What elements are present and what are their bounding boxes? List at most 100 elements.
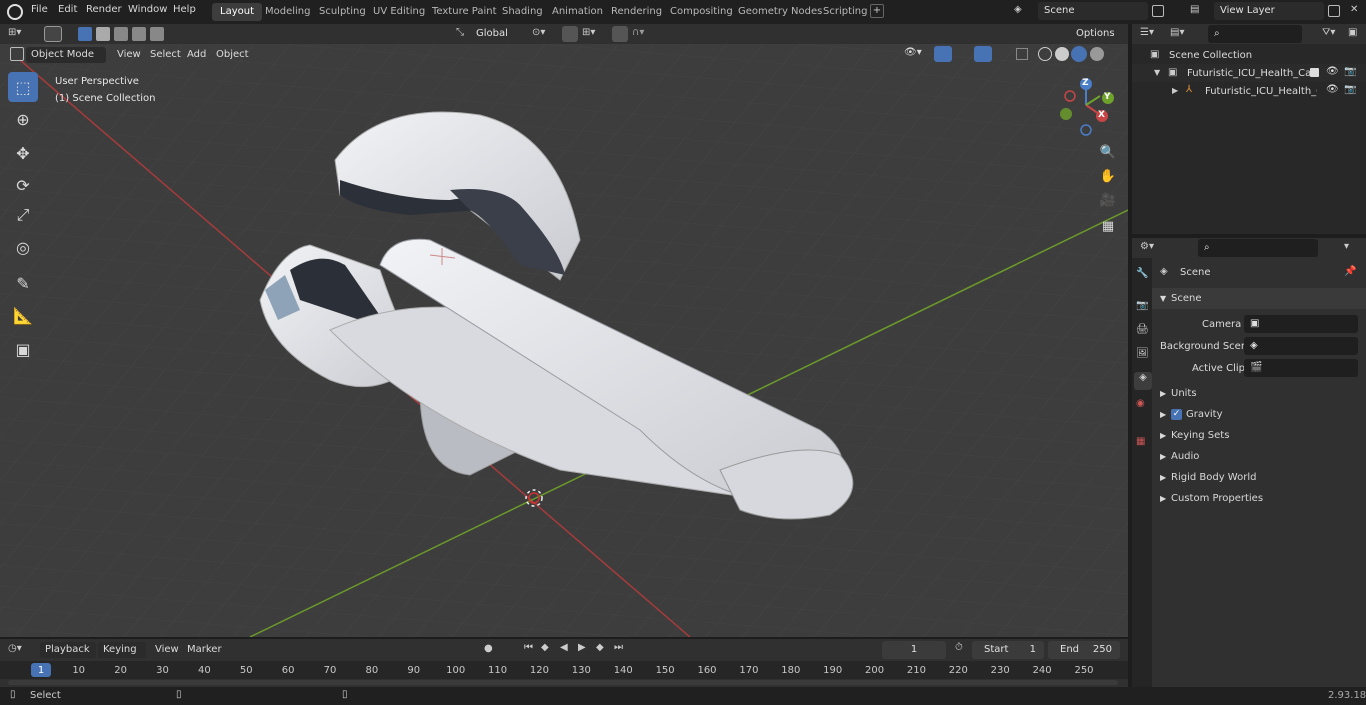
outliner-row-collection[interactable]: ▼ ▣ Futuristic_ICU_Health_Care_D 👁 📷 xyxy=(1132,64,1366,82)
scene-tab-icon[interactable]: ◈ xyxy=(1134,372,1152,390)
camera-view-icon[interactable]: 🎥 xyxy=(1098,190,1118,210)
rigid-body-world-section[interactable]: ▶ Rigid Body World xyxy=(1152,467,1366,488)
blender-logo-icon[interactable] xyxy=(7,4,23,20)
tab-modeling[interactable]: Modeling xyxy=(257,3,319,21)
new-scene-icon[interactable] xyxy=(1152,5,1164,20)
object-mode-dropdown[interactable]: Object Mode xyxy=(26,47,106,63)
stopwatch-icon[interactable]: ⏱ xyxy=(955,642,963,653)
outliner-row-scene-collection[interactable]: ▣ Scene Collection xyxy=(1132,46,1366,64)
new-collection-icon[interactable]: ▣ xyxy=(1348,27,1357,38)
world-tab-icon[interactable]: ◉ xyxy=(1136,398,1145,409)
menu-edit[interactable]: Edit xyxy=(58,4,77,15)
tool-tab-icon[interactable]: 🔧 xyxy=(1136,268,1148,279)
pin-icon[interactable]: 📌 xyxy=(1344,266,1356,277)
custom-properties-section[interactable]: ▶ Custom Properties xyxy=(1152,488,1366,509)
pan-hand-icon[interactable]: ✋ xyxy=(1098,166,1118,186)
menu-file[interactable]: File xyxy=(31,4,48,15)
properties-editor-type-icon[interactable]: ⚙▾ xyxy=(1140,241,1154,252)
menu-add[interactable]: Add xyxy=(182,47,211,63)
playback-dropdown[interactable]: Playback xyxy=(40,642,96,658)
frame-ruler[interactable]: 1 10 20 30 40 50 60 70 80 90 100 110 120 130 140 150 160… xyxy=(0,661,1128,679)
gravity-section[interactable]: ▶ ✓ Gravity xyxy=(1152,404,1366,425)
output-tab-icon[interactable]: 🖨 xyxy=(1136,324,1149,335)
move-tool-icon[interactable]: ✥ xyxy=(8,138,38,168)
tab-rendering[interactable]: Rendering xyxy=(603,3,670,21)
shading-rendered-icon[interactable] xyxy=(1090,47,1104,61)
next-keyframe-icon[interactable]: ◆ xyxy=(596,642,604,653)
camera-field[interactable]: ▣ xyxy=(1244,315,1358,333)
menu-select[interactable]: Select xyxy=(145,47,186,63)
shading-solid-icon[interactable] xyxy=(1055,47,1069,61)
end-frame-field[interactable]: End 250 xyxy=(1048,641,1120,659)
gizmo-z-label[interactable]: Z xyxy=(1082,78,1089,88)
3d-viewport[interactable]: User Perspective (1) Scene Collection Z … xyxy=(0,44,1128,637)
eye-icon[interactable]: 👁 xyxy=(1326,84,1339,95)
gravity-checkbox[interactable]: ✓ xyxy=(1171,409,1182,420)
auto-keying-icon[interactable]: ● xyxy=(484,643,493,654)
timeline-editor-type-icon[interactable]: ◷▾ xyxy=(8,643,22,654)
transform-orientation-dropdown[interactable]: Global xyxy=(470,25,524,43)
jump-start-icon[interactable]: ⏮ xyxy=(524,642,533,653)
camera-render-icon[interactable]: 📷 xyxy=(1344,84,1356,95)
properties-search-input[interactable]: ⌕ xyxy=(1198,239,1318,257)
menu-render[interactable]: Render xyxy=(86,4,122,15)
select-mode-new-icon[interactable] xyxy=(78,27,92,41)
select-mode-intersect-icon[interactable] xyxy=(150,27,164,41)
timeline-menu-marker[interactable]: Marker xyxy=(182,642,227,658)
start-frame-field[interactable]: Start 1 xyxy=(972,641,1044,659)
tab-layout[interactable]: Layout xyxy=(212,3,262,21)
expand-chevron-icon[interactable]: ▶ xyxy=(1172,86,1178,95)
scene-selector-icon[interactable]: ◈ xyxy=(1014,4,1022,15)
play-reverse-icon[interactable]: ◀ xyxy=(560,642,568,653)
outliner-editor-type-icon[interactable]: ☰▾ xyxy=(1140,27,1154,38)
xray-icon[interactable] xyxy=(1016,48,1028,60)
timeline-scrollbar[interactable] xyxy=(8,680,1118,685)
select-mode-subtract-icon[interactable] xyxy=(114,27,128,41)
scale-tool-icon[interactable]: ⤢ xyxy=(8,200,38,230)
add-cube-tool-icon[interactable]: ▣ xyxy=(8,334,38,364)
menu-object[interactable]: Object xyxy=(211,47,254,63)
rotate-tool-icon[interactable]: ⟳ xyxy=(8,170,38,200)
scene-field[interactable]: Scene xyxy=(1038,2,1148,20)
outliner-row-object[interactable]: ▶ ⅄ Futuristic_ICU_Health_Ca 👁 📷 xyxy=(1132,82,1366,100)
editor-type-icon[interactable]: ⊞▾ xyxy=(8,27,21,38)
keying-dropdown[interactable]: Keying xyxy=(98,642,146,658)
gizmo-toggle-icon[interactable] xyxy=(934,46,952,62)
select-tool-icon[interactable] xyxy=(44,26,62,42)
snap-toggle-icon[interactable] xyxy=(562,26,578,42)
audio-section[interactable]: ▶ Audio xyxy=(1152,446,1366,467)
units-section[interactable]: ▶ Units xyxy=(1152,383,1366,404)
gizmo-x-label[interactable]: X xyxy=(1098,110,1105,120)
overlay-toggle-icon[interactable] xyxy=(974,46,992,62)
keying-sets-section[interactable]: ▶ Keying Sets xyxy=(1152,425,1366,446)
prev-keyframe-icon[interactable]: ◆ xyxy=(541,642,549,653)
shading-wireframe-icon[interactable] xyxy=(1038,47,1052,61)
expand-chevron-icon[interactable]: ▼ xyxy=(1154,68,1160,77)
select-box-tool-icon[interactable]: ⬚ xyxy=(8,72,38,102)
navigation-gizmo[interactable]: Z X Y xyxy=(1058,76,1118,136)
zoom-icon[interactable]: 🔍 xyxy=(1098,142,1118,162)
properties-options-icon[interactable]: ▾ xyxy=(1344,241,1349,252)
outliner-search-input[interactable]: ⌕ xyxy=(1208,25,1302,43)
shading-material-icon[interactable] xyxy=(1071,46,1087,62)
display-mode-icon[interactable]: ▤▾ xyxy=(1170,27,1184,38)
transform-tool-icon[interactable]: ◎ xyxy=(8,232,38,262)
view-layer-field[interactable]: View Layer xyxy=(1214,2,1324,20)
snap-target-icon[interactable]: ⊞▾ xyxy=(582,27,595,38)
texture-tab-icon[interactable]: ▦ xyxy=(1136,436,1145,447)
jump-end-icon[interactable]: ⏭ xyxy=(614,642,623,653)
filter-icon[interactable]: ⛛▾ xyxy=(1322,27,1335,38)
tab-texture-paint[interactable]: Texture Paint xyxy=(424,3,505,21)
falloff-icon[interactable]: ∩▾ xyxy=(632,27,644,38)
proportional-edit-icon[interactable] xyxy=(612,26,628,42)
current-frame-field[interactable]: 1 xyxy=(882,641,946,659)
new-view-layer-icon[interactable] xyxy=(1328,5,1340,20)
remove-view-layer-icon[interactable]: ✕ xyxy=(1350,4,1358,15)
viewport-scene[interactable] xyxy=(0,44,1128,637)
view-layer-icon[interactable]: ▤ xyxy=(1190,4,1199,15)
pivot-point-icon[interactable]: ⊙▾ xyxy=(532,27,545,38)
menu-help[interactable]: Help xyxy=(173,4,196,15)
eye-icon[interactable]: 👁 xyxy=(1326,66,1339,77)
active-clip-field[interactable]: 🎬 xyxy=(1244,359,1358,377)
menu-view[interactable]: View xyxy=(112,47,146,63)
